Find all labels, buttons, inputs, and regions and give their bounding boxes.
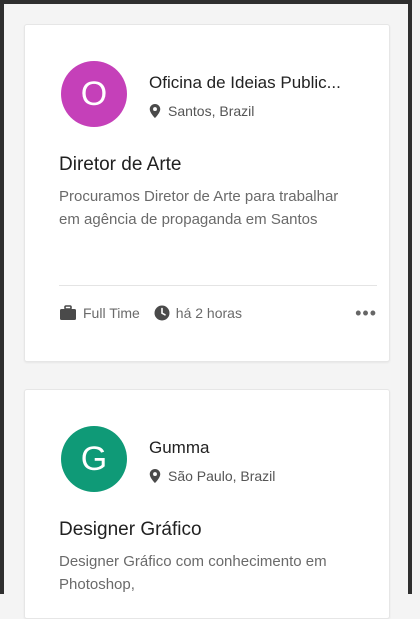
divider [59,285,377,286]
job-description: Procuramos Diretor de Arte para trabalha… [59,188,339,228]
job-type-text: Full Time [83,305,140,321]
company-avatar: G [61,426,127,492]
job-card[interactable]: O Oficina de Ideias Public... Santos, Br… [24,24,390,362]
location-pin-icon [149,469,161,483]
job-meta: Full Time há 2 horas [59,305,256,321]
job-title[interactable]: Diretor de Arte [59,154,182,176]
location-text: São Paulo, Brazil [168,468,276,484]
posted-time-text: há 2 horas [175,305,242,321]
company-name[interactable]: Oficina de Ideias Public... [149,73,341,93]
job-description: Designer Gráfico com conhecimento em Pho… [59,553,327,593]
job-location: Santos, Brazil [149,103,254,119]
briefcase-icon [60,305,76,320]
job-type: Full Time [59,305,140,321]
job-list: O Oficina de Ideias Public... Santos, Br… [0,0,412,619]
location-pin-icon [149,104,161,118]
clock-icon [154,305,170,321]
company-name[interactable]: Gumma [149,438,209,458]
job-title[interactable]: Designer Gráfico [59,519,202,541]
posted-time: há 2 horas [154,305,242,321]
job-location: São Paulo, Brazil [149,468,275,484]
job-card[interactable]: G Gumma São Paulo, Brazil Designer Gráfi… [24,389,390,619]
location-text: Santos, Brazil [168,103,255,119]
more-options-button[interactable]: ••• [355,303,377,324]
company-avatar: O [61,61,127,127]
